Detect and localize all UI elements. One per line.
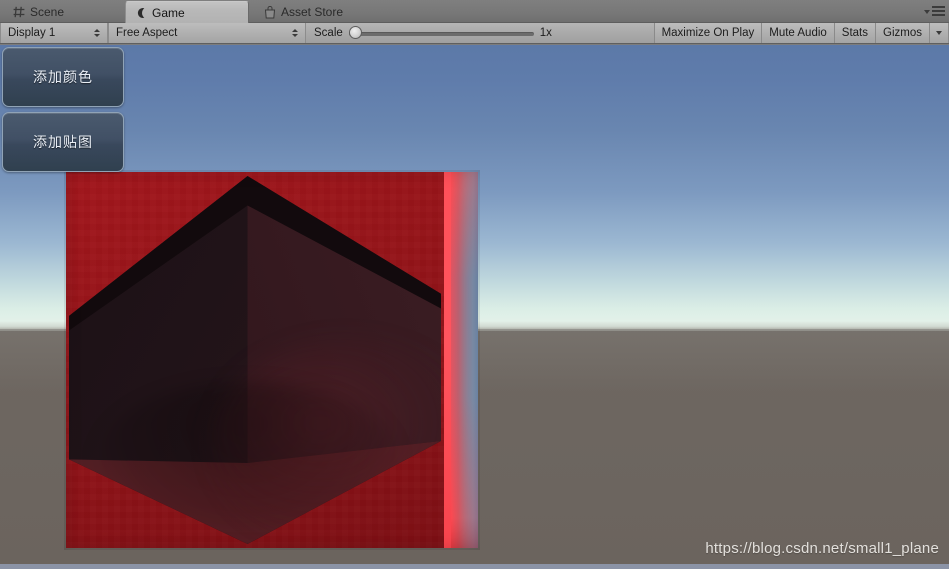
add-texture-button[interactable]: 添加贴图 bbox=[2, 112, 124, 172]
panel-tab-bar: Scene Game Asset Store bbox=[0, 0, 949, 23]
watermark-url: https://blog.csdn.net/small1_plane bbox=[705, 540, 939, 557]
shopping-bag-icon bbox=[264, 5, 276, 19]
aspect-ratio-dropdown[interactable]: Free Aspect bbox=[108, 23, 306, 43]
stats-label: Stats bbox=[841, 27, 869, 39]
game-view-render-area[interactable]: 添加颜色 添加贴图 https://blog.csdn.net/small1_p… bbox=[0, 45, 949, 569]
tab-game[interactable]: Game bbox=[125, 1, 249, 23]
grid-icon bbox=[13, 6, 25, 18]
moon-icon bbox=[135, 7, 147, 19]
scale-slider[interactable] bbox=[348, 26, 534, 40]
add-color-button-label: 添加颜色 bbox=[33, 69, 93, 85]
unity-editor-window: Scene Game Asset Store Display 1 Free As… bbox=[0, 0, 949, 569]
caret-down-icon bbox=[936, 31, 942, 35]
gizmos-label: Gizmos bbox=[883, 27, 922, 39]
hamburger-menu-icon bbox=[932, 5, 945, 16]
tab-asset-store-label: Asset Store bbox=[281, 5, 344, 19]
tab-asset-store[interactable]: Asset Store bbox=[255, 1, 385, 23]
display-dropdown[interactable]: Display 1 bbox=[0, 23, 108, 43]
toolbar-right-group: Maximize On Play Mute Audio Stats Gizmos bbox=[653, 23, 949, 43]
scale-label: Scale bbox=[314, 27, 343, 39]
mute-audio-toggle[interactable]: Mute Audio bbox=[761, 23, 834, 43]
scale-control-group: Scale 1x bbox=[306, 23, 564, 43]
maximize-on-play-toggle[interactable]: Maximize On Play bbox=[653, 23, 762, 43]
scale-slider-handle[interactable] bbox=[348, 26, 362, 39]
mute-audio-label: Mute Audio bbox=[769, 27, 827, 39]
red-cube-object bbox=[66, 172, 478, 548]
game-view-toolbar: Display 1 Free Aspect Scale 1x Maximize … bbox=[0, 23, 949, 44]
tab-scene-label: Scene bbox=[30, 5, 65, 19]
updown-arrows-icon bbox=[94, 29, 100, 37]
add-color-button[interactable]: 添加颜色 bbox=[2, 47, 124, 107]
panel-options-menu-button[interactable] bbox=[919, 4, 945, 17]
scale-slider-track bbox=[348, 32, 534, 36]
updown-arrows-icon bbox=[292, 29, 298, 37]
maximize-on-play-label: Maximize On Play bbox=[661, 27, 755, 39]
tab-game-label: Game bbox=[152, 5, 185, 20]
scale-value: 1x bbox=[539, 27, 552, 39]
stats-toggle[interactable]: Stats bbox=[833, 23, 876, 43]
display-dropdown-value: Display 1 bbox=[8, 27, 56, 39]
window-bottom-strip bbox=[0, 564, 949, 569]
tab-scene[interactable]: Scene bbox=[4, 1, 100, 23]
gizmos-dropdown-button[interactable] bbox=[929, 23, 949, 43]
aspect-ratio-dropdown-value: Free Aspect bbox=[116, 27, 178, 39]
add-texture-button-label: 添加贴图 bbox=[33, 134, 93, 150]
gizmos-toggle[interactable]: Gizmos bbox=[875, 23, 929, 43]
cube-edge-highlight bbox=[444, 172, 451, 548]
caret-down-icon bbox=[924, 10, 930, 14]
